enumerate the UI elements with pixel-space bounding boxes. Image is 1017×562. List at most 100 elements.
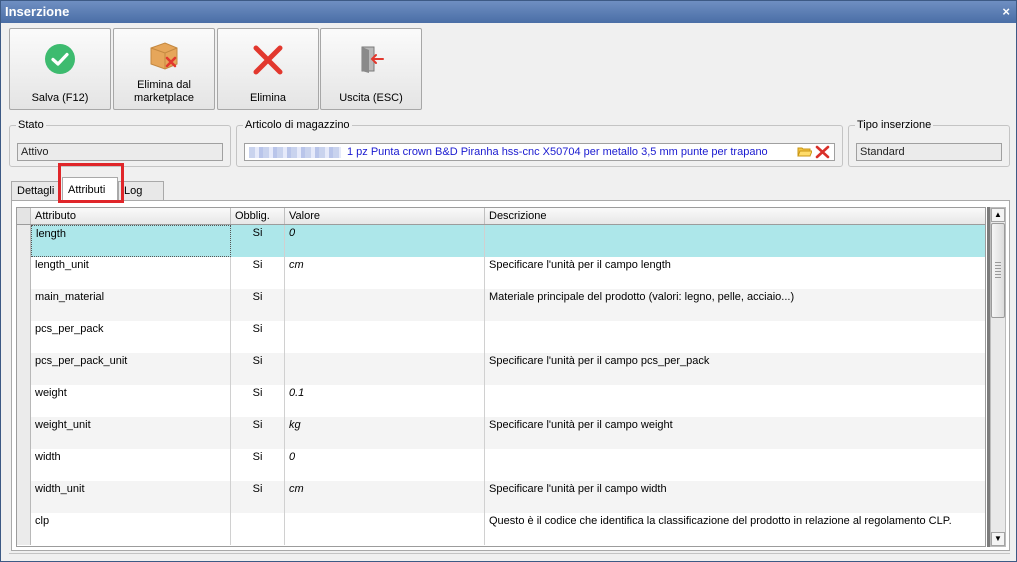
row-indicator[interactable] xyxy=(17,225,31,257)
row-indicator[interactable] xyxy=(17,449,31,481)
cell-obblig[interactable] xyxy=(231,513,285,545)
exit-button-label: Uscita (ESC) xyxy=(339,92,403,104)
cell-descrizione[interactable]: Specificare l'unità per il campo width xyxy=(485,481,985,513)
cell-obblig[interactable]: Si xyxy=(231,353,285,385)
cell-valore[interactable]: 0 xyxy=(285,225,485,257)
articolo-group: Articolo di magazzino 1 pz Punta crown B… xyxy=(236,119,843,167)
window-title: Inserzione xyxy=(5,4,70,19)
exit-button[interactable]: Uscita (ESC) xyxy=(320,28,422,110)
column-header-descrizione[interactable]: Descrizione xyxy=(485,208,985,224)
folder-open-icon[interactable] xyxy=(797,145,813,163)
column-header-obblig[interactable]: Obblig. xyxy=(231,208,285,224)
save-button-label: Salva (F12) xyxy=(31,92,89,104)
row-indicator[interactable] xyxy=(17,481,31,513)
inserzione-window: Inserzione × Salva (F12) Elimina dal mar… xyxy=(0,0,1017,562)
table-row[interactable]: length_unit Si cm Specificare l'unità pe… xyxy=(17,257,985,289)
cell-attributo[interactable]: weight xyxy=(31,385,231,417)
cell-descrizione[interactable] xyxy=(485,385,985,417)
tipo-inserzione-label: Tipo inserzione xyxy=(855,119,934,131)
cell-obblig[interactable]: Si xyxy=(231,289,285,321)
cell-obblig[interactable]: Si xyxy=(231,417,285,449)
cell-descrizione[interactable]: Specificare l'unità per il campo length xyxy=(485,257,985,289)
scroll-down-icon[interactable]: ▼ xyxy=(991,532,1005,546)
cell-valore[interactable] xyxy=(285,289,485,321)
scroll-up-icon[interactable]: ▲ xyxy=(991,208,1005,222)
row-indicator[interactable] xyxy=(17,257,31,289)
cell-valore[interactable]: 0 xyxy=(285,449,485,481)
cell-valore[interactable]: 0.1 xyxy=(285,385,485,417)
delete-button[interactable]: Elimina xyxy=(217,28,319,110)
cell-attributo[interactable]: pcs_per_pack_unit xyxy=(31,353,231,385)
cell-descrizione[interactable] xyxy=(485,225,985,257)
row-indicator[interactable] xyxy=(17,289,31,321)
cell-attributo[interactable]: width xyxy=(31,449,231,481)
cell-valore[interactable] xyxy=(285,353,485,385)
cell-descrizione[interactable]: Specificare l'unità per il campo weight xyxy=(485,417,985,449)
table-row[interactable]: width_unit Si cm Specificare l'unità per… xyxy=(17,481,985,513)
exit-door-icon xyxy=(321,43,421,79)
save-button[interactable]: Salva (F12) xyxy=(9,28,111,110)
table-row[interactable]: main_material Si Materiale principale de… xyxy=(17,289,985,321)
cell-attributo[interactable]: weight_unit xyxy=(31,417,231,449)
cell-attributo[interactable]: pcs_per_pack xyxy=(31,321,231,353)
tipo-inserzione-field[interactable]: Standard xyxy=(856,143,1002,161)
cell-descrizione[interactable]: Specificare l'unità per il campo pcs_per… xyxy=(485,353,985,385)
cell-obblig[interactable]: Si xyxy=(231,257,285,289)
attributes-grid: Attributo Obblig. Valore Descrizione len… xyxy=(16,207,986,547)
column-header-valore[interactable]: Valore xyxy=(285,208,485,224)
close-icon[interactable]: × xyxy=(1002,1,1010,23)
table-row[interactable]: pcs_per_pack Si xyxy=(17,321,985,353)
box-remove-icon xyxy=(114,39,214,75)
cell-obblig[interactable]: Si xyxy=(231,321,285,353)
row-indicator[interactable] xyxy=(17,353,31,385)
clear-x-icon[interactable] xyxy=(815,145,830,164)
check-circle-icon xyxy=(10,43,110,79)
tipo-inserzione-group: Tipo inserzione Standard xyxy=(848,119,1010,167)
grid-header: Attributo Obblig. Valore Descrizione xyxy=(17,208,985,225)
cell-attributo[interactable]: length_unit xyxy=(31,257,231,289)
stato-field[interactable]: Attivo xyxy=(17,143,223,161)
table-row[interactable]: width Si 0 xyxy=(17,449,985,481)
delete-button-label: Elimina xyxy=(249,92,287,104)
cell-descrizione[interactable]: Materiale principale del prodotto (valor… xyxy=(485,289,985,321)
row-indicator[interactable] xyxy=(17,321,31,353)
cell-obblig[interactable]: Si xyxy=(231,225,285,257)
cell-valore[interactable]: cm xyxy=(285,257,485,289)
x-icon xyxy=(218,43,318,79)
cell-descrizione[interactable] xyxy=(485,449,985,481)
redacted-code xyxy=(249,146,341,158)
cell-attributo[interactable]: length xyxy=(31,225,231,257)
cell-valore[interactable]: cm xyxy=(285,481,485,513)
table-row[interactable]: pcs_per_pack_unit Si Specificare l'unità… xyxy=(17,353,985,385)
cell-valore[interactable]: kg xyxy=(285,417,485,449)
row-indicator[interactable] xyxy=(17,417,31,449)
tab-log[interactable]: Log (6) xyxy=(118,181,164,215)
table-row[interactable]: weight Si 0.1 xyxy=(17,385,985,417)
cell-obblig[interactable]: Si xyxy=(231,385,285,417)
remove-from-marketplace-button[interactable]: Elimina dal marketplace xyxy=(113,28,215,110)
tab-dettagli[interactable]: Dettagli xyxy=(11,181,61,201)
cell-attributo[interactable]: width_unit xyxy=(31,481,231,513)
row-indicator[interactable] xyxy=(17,385,31,417)
vertical-scrollbar[interactable]: ▲ ▼ xyxy=(990,207,1006,547)
grip-icon xyxy=(995,262,1001,278)
cell-obblig[interactable]: Si xyxy=(231,449,285,481)
attributi-panel: Attributo Obblig. Valore Descrizione len… xyxy=(11,200,1010,551)
articolo-field[interactable]: 1 pz Punta crown B&D Piranha hss-cnc X50… xyxy=(244,143,835,161)
cell-obblig[interactable]: Si xyxy=(231,481,285,513)
cell-valore[interactable] xyxy=(285,513,485,545)
cell-attributo[interactable]: main_material xyxy=(31,289,231,321)
table-row[interactable]: clp Questo è il codice che identifica la… xyxy=(17,513,985,545)
title-bar: Inserzione × xyxy=(1,1,1016,23)
row-indicator-header xyxy=(17,208,31,224)
table-row[interactable]: weight_unit Si kg Specificare l'unità pe… xyxy=(17,417,985,449)
scrollbar-thumb[interactable] xyxy=(991,223,1005,318)
table-row[interactable]: length Si 0 xyxy=(17,225,985,257)
row-indicator[interactable] xyxy=(17,513,31,545)
cell-descrizione[interactable]: Questo è il codice che identifica la cla… xyxy=(485,513,985,545)
cell-descrizione[interactable] xyxy=(485,321,985,353)
column-header-attributo[interactable]: Attributo xyxy=(31,208,231,224)
cell-valore[interactable] xyxy=(285,321,485,353)
remove-from-marketplace-label: Elimina dal marketplace xyxy=(134,79,194,104)
cell-attributo[interactable]: clp xyxy=(31,513,231,545)
